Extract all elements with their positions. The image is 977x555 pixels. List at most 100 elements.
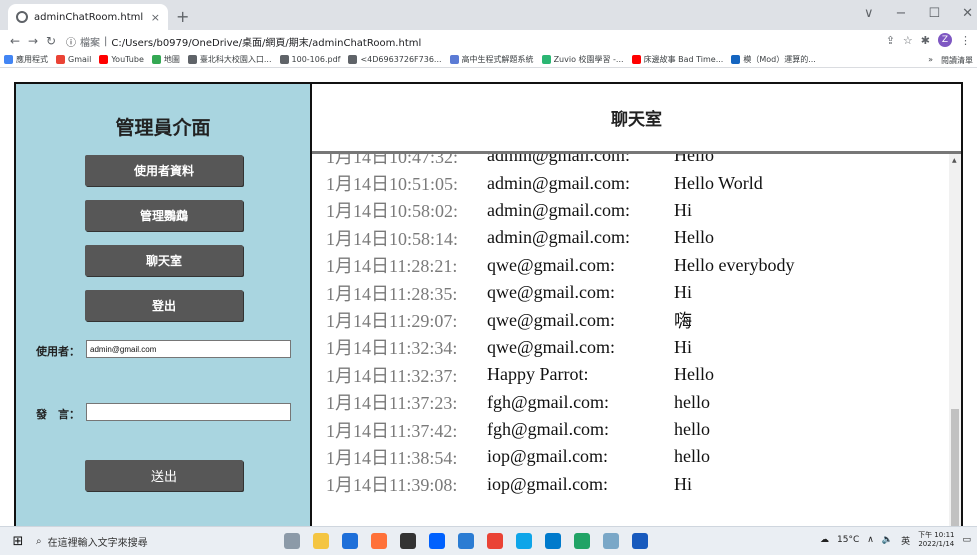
- bookmark-item[interactable]: 模（Mod）運算的...: [731, 54, 816, 65]
- message-time: 1月14日10:47:32:: [326, 154, 459, 167]
- bookmark-item[interactable]: <4D6963726F736...: [348, 55, 442, 64]
- extensions-icon[interactable]: ✱: [921, 34, 930, 47]
- browser-tab[interactable]: adminChatRoom.html ×: [8, 4, 168, 30]
- dropbox-icon[interactable]: [429, 533, 445, 549]
- back-arrow-icon[interactable]: ←: [6, 34, 24, 48]
- message-input[interactable]: [86, 403, 291, 421]
- bookmarks-right: » 閱讀清單: [928, 55, 973, 66]
- bookmark-label: 地圖: [163, 55, 180, 64]
- bookmark-item[interactable]: 地圖: [151, 54, 180, 65]
- bookmark-label: Zuvio 校園學習 -...: [553, 55, 624, 64]
- bookmark-item[interactable]: 臺北科大校園入口...: [187, 54, 272, 65]
- maps-pin-icon: [151, 55, 161, 64]
- youtube-icon: [631, 55, 641, 64]
- bookmark-item[interactable]: 高中生程式解題系統: [449, 54, 534, 65]
- message-text: Hi: [674, 473, 692, 494]
- bookmark-label: 高中生程式解題系統: [461, 55, 534, 64]
- maximize-button[interactable]: ☐: [928, 6, 940, 21]
- ime-indicator[interactable]: 英: [901, 534, 910, 547]
- app-icon[interactable]: [516, 533, 532, 549]
- windows-taskbar: ⊞ ⌕ 在這裡輸入文字來搜尋 ☁ 15°C ∧ 🔈 英 下午 10:11 202…: [0, 526, 977, 555]
- bookmark-label: <4D6963726F736...: [360, 55, 442, 64]
- excel-icon[interactable]: [574, 533, 590, 549]
- task-view-icon[interactable]: [284, 533, 300, 549]
- toolbar-actions: ⇪ ☆ ✱ Z ⋮: [886, 33, 971, 47]
- bookmark-label: 臺北科大校園入口...: [199, 55, 272, 64]
- manage-parrots-button[interactable]: 管理鸚鵡: [85, 200, 243, 231]
- chat-message: 1月14日11:29:07: qwe@gmail.com: 嗨: [312, 306, 948, 333]
- bookmarks-more-button[interactable]: »: [928, 55, 933, 66]
- chatroom-button[interactable]: 聊天室: [85, 245, 243, 276]
- clock[interactable]: 下午 10:11 2022/1/14: [918, 531, 954, 549]
- send-button[interactable]: 送出: [85, 460, 243, 491]
- message-text: hello: [674, 419, 710, 440]
- info-icon[interactable]: ⓘ: [66, 34, 76, 49]
- bookmark-star-icon[interactable]: ☆: [903, 34, 913, 47]
- firefox-icon[interactable]: [371, 533, 387, 549]
- forward-arrow-icon[interactable]: →: [24, 34, 42, 48]
- bookmark-item[interactable]: 應用程式: [4, 54, 48, 65]
- chat-message: 1月14日10:58:02: admin@gmail.com: Hi: [312, 197, 948, 224]
- tab-title: adminChatRoom.html: [34, 11, 144, 23]
- page-content: 管理員介面 使用者資料 管理鸚鵡 聊天室 登出 使用者： 發 言： 送出 聊天室…: [0, 68, 977, 528]
- notifications-icon[interactable]: ▭: [962, 535, 971, 545]
- message-label: 發 言：: [36, 408, 80, 421]
- chatroom-panel: 聊天室 1月14日10:47:32: admin@gmail.com: Hello 1…: [312, 82, 963, 528]
- globe-icon: [16, 11, 28, 23]
- file-explorer-icon[interactable]: [313, 533, 329, 549]
- scroll-up-icon[interactable]: ▲: [952, 157, 957, 164]
- user-field[interactable]: [86, 340, 291, 358]
- weather-temp[interactable]: 15°C: [837, 535, 859, 545]
- menu-icon[interactable]: ⋮: [960, 34, 971, 47]
- url-field[interactable]: ⓘ 檔案 | C:/Users/b0979/OneDrive/桌面/網頁/期末/…: [66, 34, 421, 49]
- globe-icon: [187, 55, 197, 64]
- bookmark-item[interactable]: Gmail: [56, 55, 91, 64]
- bookmark-item[interactable]: Zuvio 校園學習 -...: [541, 54, 624, 65]
- app-icon[interactable]: [603, 533, 619, 549]
- reload-icon[interactable]: ↻: [42, 34, 60, 48]
- scrollbar-thumb[interactable]: [951, 409, 959, 528]
- word-icon[interactable]: [632, 533, 648, 549]
- chrome-icon[interactable]: [487, 533, 503, 549]
- share-icon[interactable]: ⇪: [886, 34, 895, 47]
- book-icon: [449, 55, 459, 64]
- message-user: qwe@gmail.com:: [487, 282, 616, 303]
- youtube-icon: [99, 55, 109, 64]
- message-text: hello: [674, 391, 710, 412]
- user-data-button[interactable]: 使用者資料: [85, 155, 243, 186]
- message-time: 1月14日11:29:07:: [326, 311, 458, 332]
- chat-message: 1月14日11:38:54: iop@gmail.com: hello: [312, 443, 948, 470]
- message-time: 1月14日11:32:37:: [326, 365, 458, 386]
- bookmark-item[interactable]: 100-106.pdf: [279, 55, 340, 64]
- profile-avatar[interactable]: Z: [938, 33, 952, 47]
- app-icon[interactable]: [342, 533, 358, 549]
- vscode-icon[interactable]: [545, 533, 561, 549]
- taskbar-search[interactable]: ⌕ 在這裡輸入文字來搜尋: [36, 534, 256, 549]
- minimize-button[interactable]: −: [896, 6, 907, 21]
- message-time: 1月14日10:58:02:: [326, 201, 459, 222]
- message-text: hello: [674, 446, 710, 467]
- tray-chevron-icon[interactable]: ∧: [867, 535, 874, 545]
- weather-icon: ☁: [820, 535, 829, 545]
- message-scrollbar[interactable]: ▲: [949, 154, 961, 528]
- message-list[interactable]: 1月14日10:47:32: admin@gmail.com: Hello 1月14日…: [312, 154, 948, 528]
- logout-button[interactable]: 登出: [85, 290, 243, 321]
- notion-icon[interactable]: [400, 533, 416, 549]
- chat-message: 1月14日10:51:05: admin@gmail.com: Hello Worl…: [312, 169, 948, 196]
- tab-search-icon[interactable]: ∨: [864, 6, 874, 21]
- new-tab-button[interactable]: +: [176, 7, 189, 26]
- bookmarks-bar: 應用程式 Gmail YouTube 地圖 臺北科大校園入口... 100-106.pdf…: [0, 52, 977, 68]
- bookmark-item[interactable]: 床邊故事 Bad Time...: [631, 54, 723, 65]
- close-window-button[interactable]: ✕: [962, 6, 973, 21]
- edge-icon[interactable]: [458, 533, 474, 549]
- reading-list-button[interactable]: 閱讀清單: [941, 55, 973, 66]
- close-tab-icon[interactable]: ×: [151, 11, 160, 24]
- message-text: Hello: [674, 227, 714, 248]
- window-controls: ∨ − ☐ ✕: [864, 6, 973, 21]
- zuvio-icon: [541, 55, 551, 64]
- message-time: 1月14日11:28:21:: [326, 256, 458, 277]
- windows-start-icon[interactable]: ⊞: [0, 534, 36, 549]
- bookmark-item[interactable]: YouTube: [99, 55, 144, 64]
- message-user: qwe@gmail.com:: [487, 336, 616, 357]
- volume-icon[interactable]: 🔈: [882, 535, 893, 545]
